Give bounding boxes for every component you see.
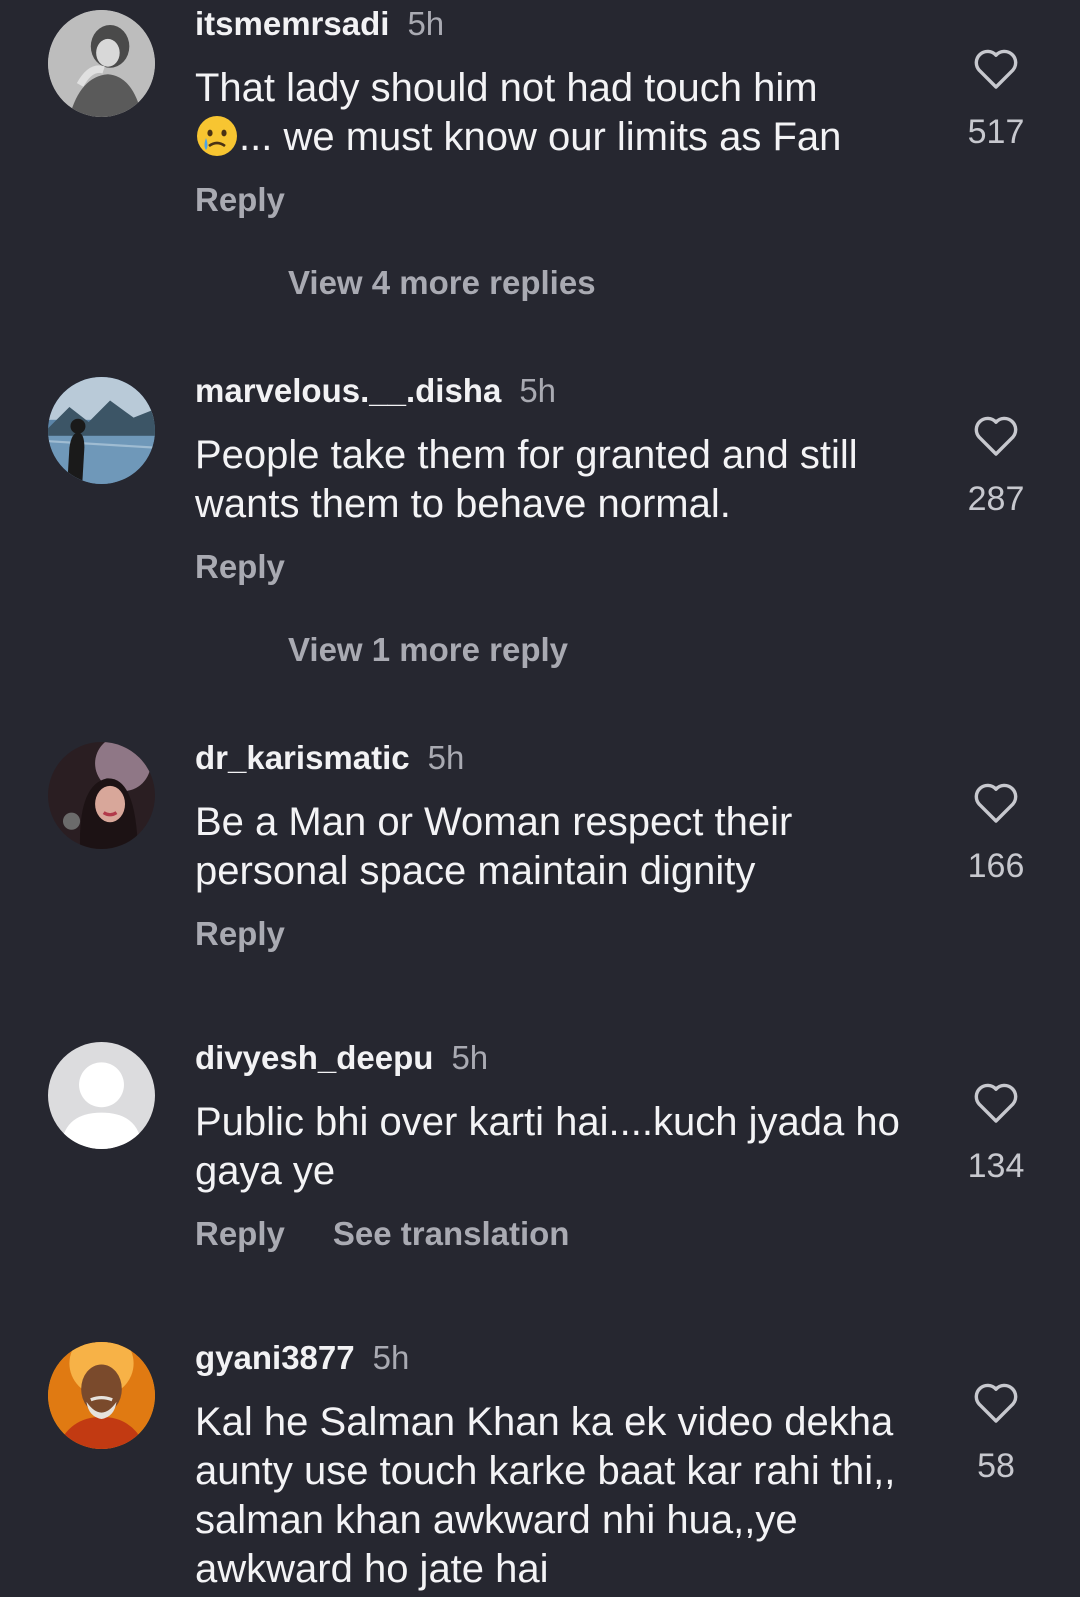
- reply-button[interactable]: Reply: [195, 548, 285, 585]
- like-count: 134: [967, 1147, 1025, 1185]
- comment-actions: Reply: [195, 547, 285, 587]
- like-count: 517: [967, 113, 1025, 151]
- username[interactable]: itsmemrsadi: [195, 5, 389, 42]
- avatar[interactable]: [48, 742, 155, 849]
- like-button[interactable]: 517: [950, 46, 1042, 152]
- comment-header: divyesh_deepu 5h: [195, 1038, 488, 1078]
- timestamp: 5h: [372, 1339, 410, 1376]
- avatar[interactable]: [48, 377, 155, 484]
- see-translation-button[interactable]: See translation: [333, 1215, 570, 1252]
- timestamp: 5h: [451, 1039, 489, 1076]
- username[interactable]: gyani3877: [195, 1339, 355, 1376]
- view-more-replies-button[interactable]: View 1 more reply: [288, 630, 568, 670]
- like-count: 166: [967, 847, 1025, 885]
- avatar[interactable]: [48, 1042, 155, 1149]
- comment-text: Public bhi over karti hai....kuch jyada …: [195, 1100, 900, 1193]
- username[interactable]: marvelous.__.disha: [195, 372, 501, 409]
- username[interactable]: dr_karismatic: [195, 739, 410, 776]
- like-button[interactable]: 166: [950, 780, 1042, 886]
- timestamp: 5h: [427, 739, 465, 776]
- reply-button[interactable]: Reply: [195, 1215, 285, 1252]
- like-button[interactable]: 58: [950, 1380, 1042, 1486]
- heart-outline-icon[interactable]: [972, 46, 1020, 90]
- like-count: 58: [977, 1447, 1015, 1485]
- comment-header: itsmemrsadi 5h: [195, 4, 444, 44]
- comment-header: dr_karismatic 5h: [195, 738, 464, 778]
- username[interactable]: divyesh_deepu: [195, 1039, 433, 1076]
- like-button[interactable]: 287: [950, 413, 1042, 519]
- comment-actions: Reply: [195, 180, 285, 220]
- comment-text: Be a Man or Woman respect their personal…: [195, 800, 793, 893]
- heart-outline-icon[interactable]: [972, 1080, 1020, 1124]
- heart-outline-icon[interactable]: [972, 780, 1020, 824]
- comment-text: That lady should not had touch him ... w…: [195, 66, 842, 159]
- reply-button[interactable]: Reply: [195, 181, 285, 218]
- view-more-replies-button[interactable]: View 4 more replies: [288, 263, 596, 303]
- heart-outline-icon[interactable]: [972, 413, 1020, 457]
- avatar[interactable]: [48, 10, 155, 117]
- heart-outline-icon[interactable]: [972, 1380, 1020, 1424]
- like-count: 287: [967, 480, 1025, 518]
- avatar[interactable]: [48, 1342, 155, 1449]
- comment-actions: Reply See translation: [195, 1214, 569, 1254]
- comment-text: Kal he Salman Khan ka ek video dekha aun…: [195, 1400, 896, 1591]
- crying-face-emoji: [197, 116, 237, 156]
- comment-header: gyani3877 5h: [195, 1338, 409, 1378]
- comment-text: People take them for granted and still w…: [195, 433, 858, 526]
- comment-header: marvelous.__.disha 5h: [195, 371, 556, 411]
- timestamp: 5h: [407, 5, 445, 42]
- comment-actions: Reply: [195, 914, 285, 954]
- timestamp: 5h: [519, 372, 557, 409]
- like-button[interactable]: 134: [950, 1080, 1042, 1186]
- reply-button[interactable]: Reply: [195, 915, 285, 952]
